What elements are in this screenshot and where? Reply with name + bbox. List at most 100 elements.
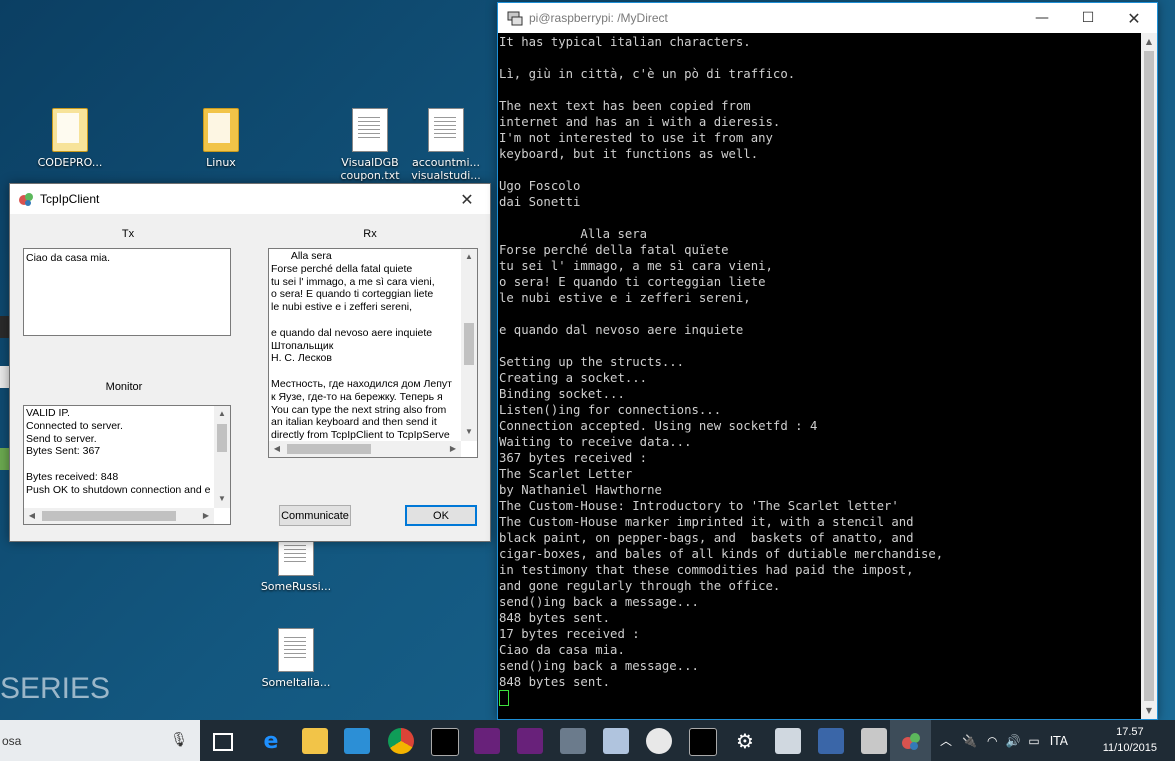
scroll-thumb[interactable] <box>42 511 176 521</box>
text-line: Send to server. <box>26 432 97 445</box>
close-icon[interactable]: ✕ <box>1111 3 1157 33</box>
text-line: Forse perché della fatal quïete <box>499 243 729 257</box>
scroll-left-icon[interactable]: ◀ <box>24 510 40 523</box>
file-explorer-icon[interactable] <box>302 728 328 754</box>
action-center-icon[interactable]: ▭ <box>1028 734 1039 748</box>
text-line: Местность, где находился дом Лепут <box>271 377 452 390</box>
minimize-icon[interactable]: — <box>1019 3 1065 33</box>
text-line <box>499 306 1141 322</box>
desktop-icon-accountmi[interactable]: accountmi... visualstudi... <box>406 108 486 182</box>
store-icon[interactable] <box>344 728 370 754</box>
desktop-icon-label: VisualDGB coupon.txt <box>340 156 400 182</box>
scroll-left-icon[interactable]: ◀ <box>269 443 285 456</box>
settings-gear-icon[interactable]: ⚙ <box>732 728 758 754</box>
text-line: e quando dal nevoso aere inquiete <box>499 323 744 337</box>
text-line: Push OK to shutdown connection and e <box>26 483 211 496</box>
text-line: The next text has been copied from <box>499 99 751 113</box>
scroll-down-icon[interactable]: ▼ <box>461 426 477 439</box>
desktop-icon-label: SomeItalia... <box>261 676 331 689</box>
communicate-button[interactable]: Communicate <box>279 505 351 526</box>
text-line: o sera! E quando ti corteggian liete <box>271 288 434 301</box>
wallpaper-text: SERIES <box>0 672 111 705</box>
monitor-horizontal-scrollbar[interactable]: ◀ ▶ <box>24 508 214 524</box>
text-line: Н. С. Лесков <box>271 352 332 365</box>
window-title: TcpIpClient <box>40 192 100 206</box>
text-line: The Custom-House marker imprinted it, wi… <box>499 515 914 529</box>
remote-desktop-icon[interactable] <box>775 728 801 754</box>
scroll-thumb[interactable] <box>287 444 371 454</box>
chrome-icon[interactable] <box>388 728 414 754</box>
desktop-icon-visualdgb[interactable]: VisualDGB coupon.txt <box>330 108 410 182</box>
clock-time: 17.57 <box>1116 726 1144 738</box>
tx-textbox[interactable]: Ciao da casa mia. <box>23 248 231 336</box>
text-line <box>499 338 1141 354</box>
text-line <box>26 458 228 471</box>
scroll-right-icon[interactable]: ▶ <box>445 443 461 456</box>
folder-icon <box>203 108 239 152</box>
ok-button[interactable]: OK <box>405 505 477 526</box>
rx-horizontal-scrollbar[interactable]: ◀ ▶ <box>269 441 461 457</box>
terminal-scrollbar[interactable]: ▲ ▼ <box>1141 33 1157 719</box>
image-viewer-icon[interactable] <box>603 728 629 754</box>
scroll-thumb[interactable] <box>464 323 474 365</box>
terminal-window: pi@raspberrypi: /MyDirect — ☐ ✕ It has t… <box>497 2 1158 720</box>
text-line <box>271 365 475 378</box>
window-titlebar[interactable]: TcpIpClient ✕ <box>10 184 490 214</box>
visual-studio-icon[interactable] <box>474 728 500 754</box>
text-line: Binding socket... <box>499 387 625 401</box>
language-indicator[interactable]: ITA <box>1050 734 1068 748</box>
scroll-up-icon[interactable]: ▲ <box>214 408 230 421</box>
rx-textbox[interactable]: Alla sera Forse perché della fatal quiete… <box>268 248 478 458</box>
text-line: internet and has an i with a dieresis. <box>499 115 781 129</box>
monitor-vertical-scrollbar[interactable]: ▲ ▼ <box>214 406 230 508</box>
volume-icon[interactable]: 🔊 <box>1005 734 1020 748</box>
text-line: 848 bytes sent. <box>499 675 611 689</box>
text-file-icon <box>428 108 464 152</box>
console-icon[interactable] <box>689 728 717 756</box>
visual-studio-icon[interactable] <box>517 728 543 754</box>
scroll-down-icon[interactable]: ▼ <box>214 493 230 506</box>
task-view-icon[interactable] <box>213 733 233 751</box>
text-line: an italian keyboard and then send it <box>271 416 437 429</box>
maximize-icon[interactable]: ☐ <box>1065 3 1111 33</box>
desktop-icon-linux[interactable]: Linux <box>181 108 261 169</box>
text-line: The Custom-House: Introductory to 'The S… <box>499 499 899 513</box>
text-line: send()ing back a message... <box>499 595 699 609</box>
tx-text: Ciao da casa mia. <box>26 252 111 264</box>
clock[interactable]: 17.57 11/10/2015 <box>1103 724 1157 756</box>
chevron-up-icon[interactable]: ︿ <box>940 732 952 749</box>
microphone-icon[interactable]: 🎙 <box>170 732 188 748</box>
system-tray: ︿ 🔌 ◠ 🔊 ▭ ITA <box>940 720 1068 761</box>
rx-vertical-scrollbar[interactable]: ▲ ▼ <box>461 249 477 441</box>
network-app-icon[interactable] <box>560 728 586 754</box>
scroll-down-icon[interactable]: ▼ <box>1141 706 1157 715</box>
scroll-right-icon[interactable]: ▶ <box>198 510 214 523</box>
desktop-icon-label: SomeRussi... <box>260 580 332 593</box>
tcpipclient-taskbar-icon[interactable] <box>890 720 931 761</box>
wifi-icon[interactable]: ◠ <box>987 734 997 748</box>
terminal-text: It has typical italian characters. Lì, g… <box>498 33 1141 706</box>
calculator-icon[interactable] <box>818 728 844 754</box>
tcpipclient-window: TcpIpClient ✕ Tx Rx Ciao da casa mia. Al… <box>9 183 491 542</box>
text-line: VALID IP. <box>26 407 70 419</box>
search-text: osa <box>2 733 22 748</box>
terminal-output[interactable]: It has typical italian characters. Lì, g… <box>498 33 1141 719</box>
scroll-up-icon[interactable]: ▲ <box>1141 37 1157 46</box>
app-icon <box>19 193 33 206</box>
desktop-icon-someitalia[interactable]: SomeItalia... <box>256 628 336 689</box>
scroll-thumb[interactable] <box>1144 51 1154 701</box>
compass-icon[interactable] <box>646 728 672 754</box>
edge-icon[interactable]: e <box>258 728 284 754</box>
close-icon[interactable]: ✕ <box>444 184 490 214</box>
app-icon <box>901 732 920 750</box>
putty-taskbar-icon[interactable] <box>861 728 887 754</box>
desktop-icon-codepro[interactable]: CODEPRO... <box>30 108 110 169</box>
terminal-icon[interactable] <box>431 728 459 756</box>
search-box[interactable]: osa 🎙 <box>0 720 200 761</box>
monitor-textbox[interactable]: VALID IP. Connected to server. Send to ser… <box>23 405 231 525</box>
power-icon[interactable]: 🔌 <box>962 734 977 748</box>
window-titlebar[interactable]: pi@raspberrypi: /MyDirect — ☐ ✕ <box>498 3 1157 33</box>
text-line <box>499 210 1141 226</box>
scroll-thumb[interactable] <box>217 424 227 452</box>
scroll-up-icon[interactable]: ▲ <box>461 251 477 264</box>
